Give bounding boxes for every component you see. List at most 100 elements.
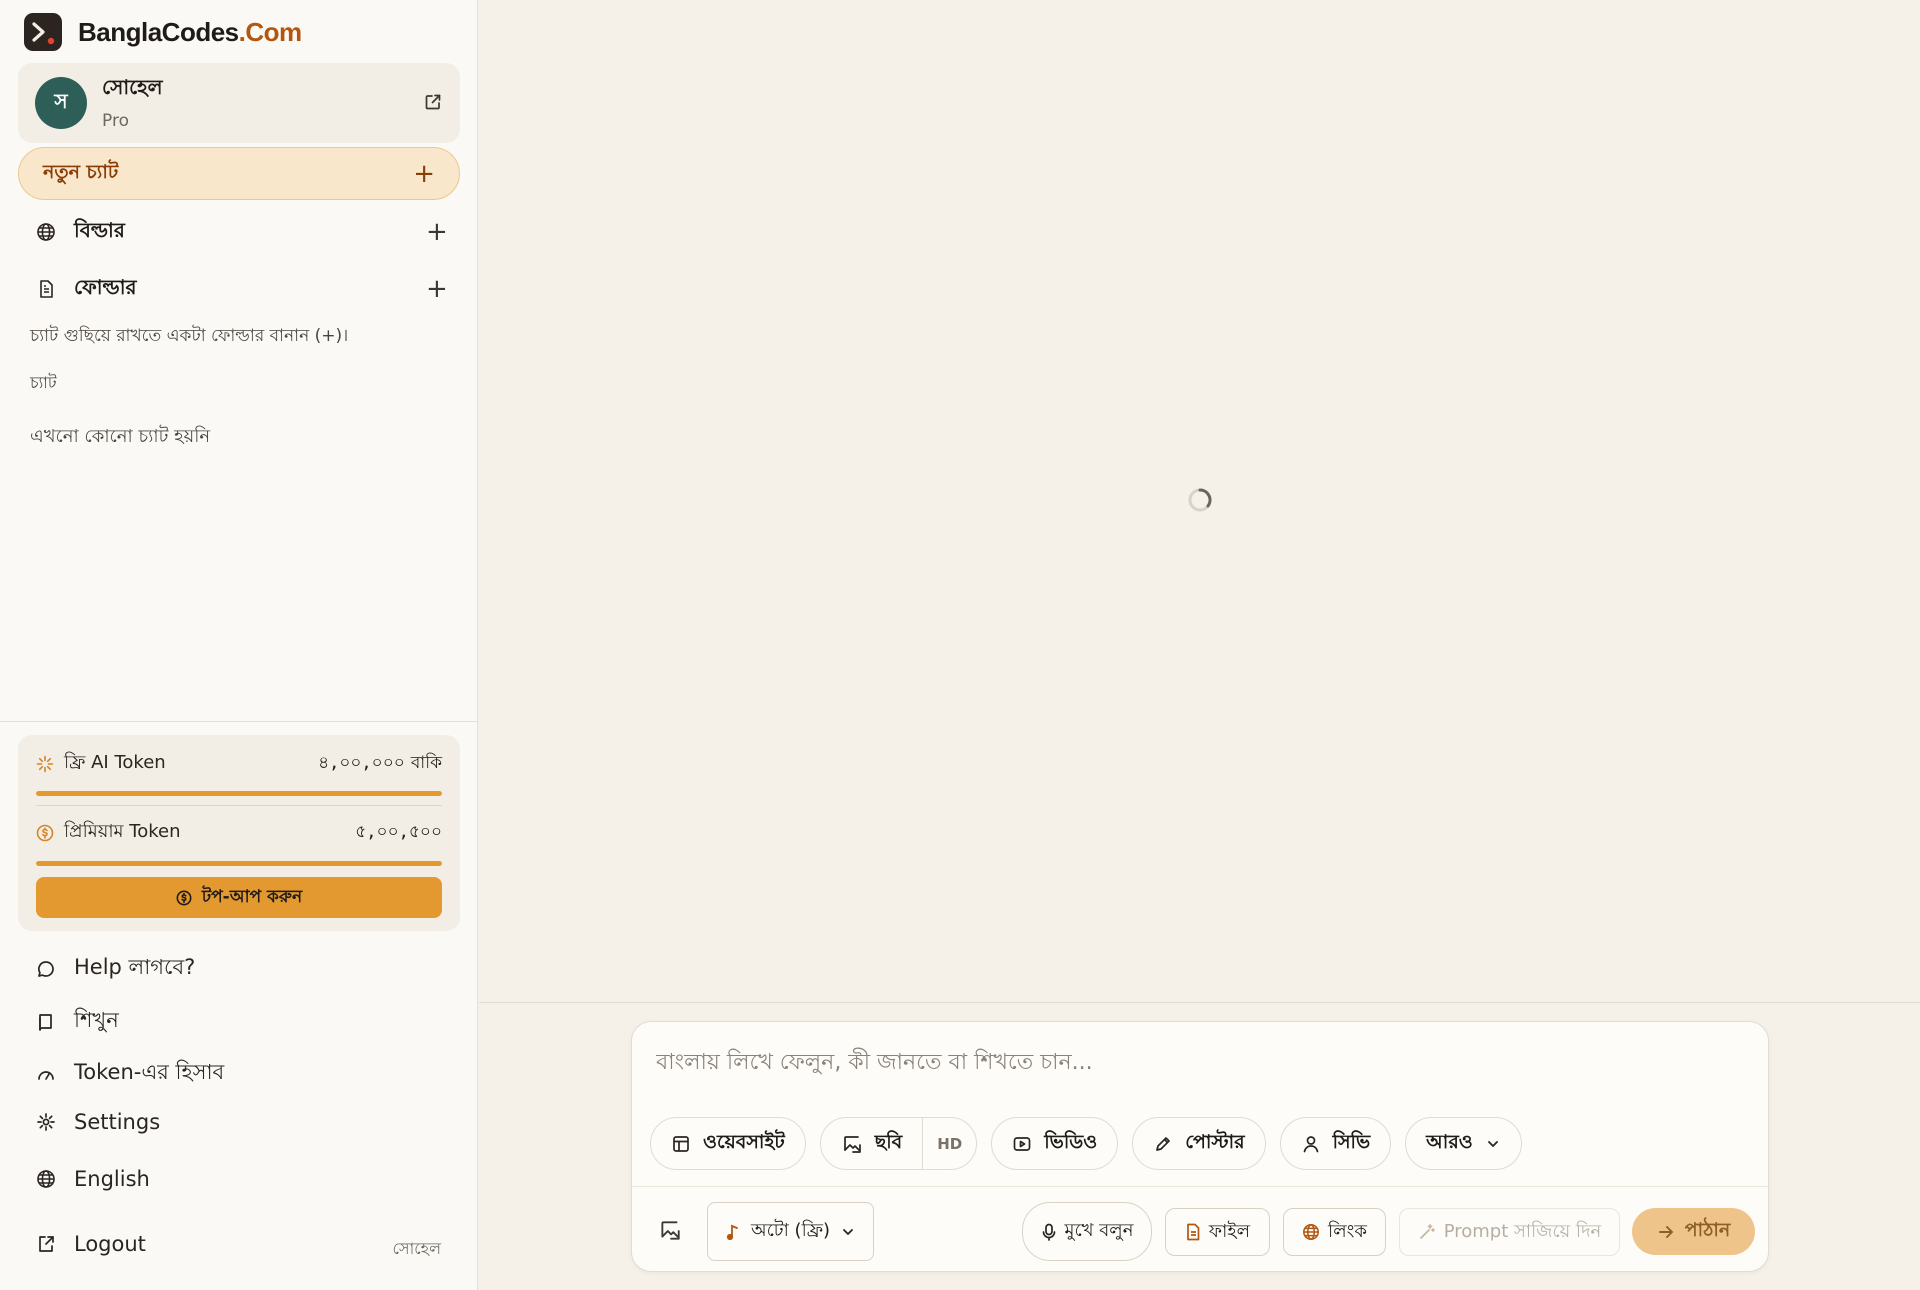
- chip-image-main[interactable]: ছবি: [821, 1118, 923, 1169]
- menu-logout-label: Logout: [74, 1232, 146, 1256]
- link-button-label: লিংক: [1328, 1220, 1367, 1242]
- composer-toolbar: অটো (ফ্রি) মুখে বলুন ফাইল লিংক Prompt সা…: [632, 1200, 1768, 1261]
- section-folder-label: ফোল্ডার: [74, 274, 137, 299]
- free-token-amount: ৪,০০,০০০: [318, 752, 405, 773]
- chip-website-label: ওয়েবসাইট: [703, 1130, 785, 1153]
- chip-poster[interactable]: পোস্টার: [1132, 1117, 1266, 1170]
- premium-token-row: প্রিমিয়াম Token ৫,০০,৫০০: [36, 817, 442, 848]
- loading-spinner-icon: [1187, 487, 1213, 513]
- menu-token-usage[interactable]: Token-এর হিসাব: [36, 1056, 224, 1091]
- new-chat-button[interactable]: নতুন চ্যাট +: [18, 147, 460, 200]
- premium-token-progress-fill: [36, 861, 442, 866]
- voice-input-label: মুখে বলুন: [1064, 1220, 1134, 1241]
- chip-image[interactable]: ছবি HD: [819, 1117, 978, 1170]
- model-select-label: অটো (ফ্রি): [750, 1220, 830, 1241]
- coin-icon: [176, 890, 192, 906]
- add-folder-plus-icon[interactable]: +: [426, 276, 448, 302]
- logout-username: সোহেল: [392, 1239, 441, 1258]
- chip-image-hd-toggle[interactable]: HD: [922, 1118, 976, 1169]
- premium-token-progress: [36, 861, 442, 866]
- profile-plan: Pro: [102, 111, 129, 131]
- free-token-suffix: বাকি: [410, 752, 442, 773]
- send-label: পাঠান: [1684, 1218, 1731, 1241]
- chip-cv[interactable]: সিভি: [1279, 1117, 1392, 1170]
- brand-name: BanglaCodes.Com: [78, 17, 302, 48]
- quick-action-chips: ওয়েবসাইট ছবি HD ভিডিও পোস্টার সিভি আরও: [650, 1117, 1522, 1171]
- brand-name-main: BanglaCodes: [78, 16, 239, 47]
- file-upload-button[interactable]: ফাইল: [1165, 1208, 1270, 1256]
- sidebar: BanglaCodes.Com স সোহেল Pro নতুন চ্যাট +…: [0, 0, 478, 1290]
- menu-settings[interactable]: Settings: [36, 1110, 160, 1134]
- document-icon: [36, 279, 56, 299]
- premium-token-value: ৫,০০,৫০০: [355, 821, 442, 842]
- music-note-icon: [725, 1223, 741, 1241]
- add-builder-plus-icon[interactable]: +: [426, 219, 448, 245]
- brand-logo[interactable]: BanglaCodes.Com: [24, 13, 302, 51]
- plus-icon: +: [413, 158, 435, 189]
- menu-help-label: Help লাগবে?: [74, 955, 196, 979]
- gauge-icon: [36, 1064, 56, 1084]
- chip-video-label: ভিডিও: [1044, 1130, 1098, 1153]
- prompt-helper-label: Prompt সাজিয়ে দিন: [1443, 1220, 1602, 1242]
- chevron-down-icon: [1485, 1136, 1501, 1152]
- folder-hint: চ্যাট গুছিয়ে রাখতে একটা ফোল্ডার বানান (…: [30, 326, 349, 346]
- free-token-label: ফ্রি AI Token: [64, 752, 166, 773]
- file-upload-label: ফাইল: [1208, 1220, 1251, 1242]
- section-folder[interactable]: ফোল্ডার +: [36, 271, 448, 307]
- chip-website[interactable]: ওয়েবসাইট: [650, 1117, 806, 1170]
- microphone-icon: [1041, 1223, 1057, 1241]
- chevron-down-icon: [840, 1224, 856, 1240]
- chip-more-label: আরও: [1426, 1130, 1473, 1153]
- free-token-value: ৪,০০,০০০ বাকি: [318, 750, 442, 778]
- composer-separator: [632, 1186, 1768, 1187]
- sidebar-divider: [0, 721, 478, 722]
- user-icon: [1301, 1134, 1321, 1154]
- layout-icon: [671, 1134, 691, 1154]
- send-button[interactable]: পাঠান: [1632, 1208, 1755, 1255]
- empty-chat-message: এখনো কোনো চ্যাট হয়নি: [30, 426, 211, 447]
- chip-poster-label: পোস্টার: [1185, 1130, 1245, 1153]
- profile-card[interactable]: স সোহেল Pro: [18, 63, 460, 143]
- avatar: স: [35, 77, 87, 129]
- globe-icon: [36, 1169, 56, 1189]
- sparkle-icon: [36, 755, 54, 773]
- menu-language[interactable]: English: [36, 1167, 150, 1191]
- chip-cv-label: সিভি: [1332, 1130, 1371, 1153]
- prompt-helper-button[interactable]: Prompt সাজিয়ে দিন: [1399, 1208, 1620, 1256]
- globe-icon: [36, 222, 56, 242]
- topup-button[interactable]: টপ-আপ করুন: [36, 877, 442, 918]
- document-icon: [1185, 1223, 1201, 1241]
- chat-list-heading: চ্যাট: [30, 373, 57, 392]
- profile-name: সোহেল: [102, 75, 163, 99]
- menu-learn[interactable]: শিখুন: [36, 1004, 119, 1039]
- image-icon: [841, 1133, 863, 1155]
- menu-help[interactable]: Help লাগবে?: [36, 951, 195, 986]
- chip-video[interactable]: ভিডিও: [991, 1117, 1119, 1170]
- book-icon: [36, 1012, 56, 1032]
- section-builder-label: বিল্ডার: [74, 217, 125, 242]
- section-builder[interactable]: বিল্ডার +: [36, 214, 448, 250]
- terminal-logo-icon: [24, 13, 62, 51]
- link-button[interactable]: লিংক: [1283, 1208, 1386, 1256]
- voice-input-button[interactable]: মুখে বলুন: [1022, 1202, 1152, 1261]
- chat-composer: ওয়েবসাইট ছবি HD ভিডিও: [631, 1021, 1769, 1272]
- menu-learn-label: শিখুন: [74, 1008, 119, 1032]
- attach-image-icon[interactable]: [658, 1218, 682, 1242]
- chip-image-label: ছবি: [874, 1130, 903, 1153]
- message-input[interactable]: [656, 1044, 1736, 1080]
- gear-icon: [36, 1112, 56, 1132]
- new-chat-label: নতুন চ্যাট: [43, 160, 119, 183]
- free-token-progress-fill: [36, 791, 442, 796]
- external-link-icon[interactable]: [424, 93, 442, 111]
- chat-bubble-icon: [36, 959, 56, 979]
- magic-wand-icon: [1418, 1223, 1436, 1241]
- free-token-row: ফ্রি AI Token ৪,০০,০০০ বাকি: [36, 748, 442, 779]
- premium-token-label: প্রিমিয়াম Token: [64, 821, 181, 842]
- token-separator: [36, 805, 442, 806]
- menu-logout[interactable]: Logout: [36, 1232, 146, 1256]
- token-card: ফ্রি AI Token ৪,০০,০০০ বাকি প্রিমিয়াম To…: [18, 735, 460, 931]
- menu-language-label: English: [74, 1167, 150, 1191]
- chip-more[interactable]: আরও: [1405, 1117, 1522, 1170]
- brand-name-suffix: .Com: [238, 16, 303, 47]
- model-select[interactable]: অটো (ফ্রি): [707, 1202, 874, 1261]
